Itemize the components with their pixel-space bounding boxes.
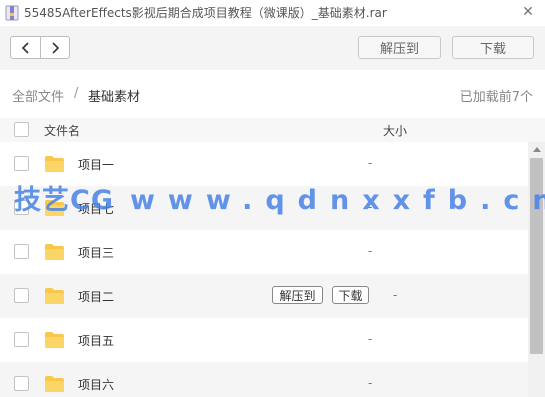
breadcrumb-root[interactable]: 全部文件: [12, 86, 64, 105]
archive-file-icon: [5, 5, 19, 21]
list-item[interactable]: 项目二 解压到 下载 -: [0, 274, 528, 318]
watermark-brand: 技艺CG: [14, 185, 114, 216]
folder-icon: [45, 156, 64, 172]
file-name: 项目六: [78, 378, 115, 392]
title-bar: 55485AfterEffects影视后期合成项目教程（微课版）_基础素材.ra…: [0, 0, 545, 26]
folder-icon: [45, 376, 64, 392]
row-checkbox[interactable]: [14, 244, 29, 259]
row-checkbox[interactable]: [14, 288, 29, 303]
list-item[interactable]: 项目六 -: [0, 362, 528, 397]
breadcrumb: 全部文件 / 基础素材 已加载前7个: [0, 70, 545, 118]
file-size: -: [368, 376, 373, 390]
breadcrumb-current: 基础素材: [88, 90, 141, 105]
chevron-right-icon: [52, 41, 60, 54]
file-size: -: [368, 156, 373, 170]
file-name: 项目三: [78, 246, 115, 260]
watermark-url: www.qdnxxfb.cn: [129, 185, 545, 216]
file-size: -: [368, 332, 373, 346]
folder-icon: [45, 244, 64, 260]
row-extract-button[interactable]: 解压到: [272, 286, 323, 304]
folder-icon: [45, 288, 64, 304]
toolbar: 解压到 下载: [0, 26, 545, 70]
back-button[interactable]: [11, 37, 40, 58]
scroll-up-arrow[interactable]: [528, 142, 545, 156]
folder-icon: [45, 332, 64, 348]
chevron-left-icon: [21, 41, 29, 54]
extract-button[interactable]: 解压到: [358, 36, 441, 59]
file-name: 项目五: [78, 334, 115, 348]
column-header-size[interactable]: 大小: [383, 122, 407, 139]
close-button[interactable]: ✕: [519, 3, 537, 21]
row-checkbox[interactable]: [14, 156, 29, 171]
row-checkbox[interactable]: [14, 332, 29, 347]
download-button[interactable]: 下载: [452, 36, 534, 59]
row-download-button[interactable]: 下载: [332, 286, 369, 304]
file-name: 项目一: [78, 158, 115, 172]
window-title: 55485AfterEffects影视后期合成项目教程（微课版）_基础素材.ra…: [24, 6, 387, 20]
triangle-up-icon: [532, 147, 541, 152]
breadcrumb-separator: /: [74, 86, 79, 101]
nav-buttons: [10, 36, 70, 59]
file-size: -: [393, 288, 398, 302]
file-size: -: [368, 244, 373, 258]
watermark: 技艺CG www.qdnxxfb.cn: [14, 178, 545, 217]
row-checkbox[interactable]: [14, 376, 29, 391]
column-header-name[interactable]: 文件名: [44, 122, 80, 139]
table-header: 文件名 大小: [0, 118, 545, 142]
file-name: 项目二: [78, 290, 115, 304]
list-item[interactable]: 项目五 -: [0, 318, 528, 362]
select-all-checkbox[interactable]: [14, 122, 29, 137]
loaded-count: 已加载前7个: [459, 90, 533, 105]
forward-button[interactable]: [40, 37, 69, 58]
list-item[interactable]: 项目三 -: [0, 230, 528, 274]
